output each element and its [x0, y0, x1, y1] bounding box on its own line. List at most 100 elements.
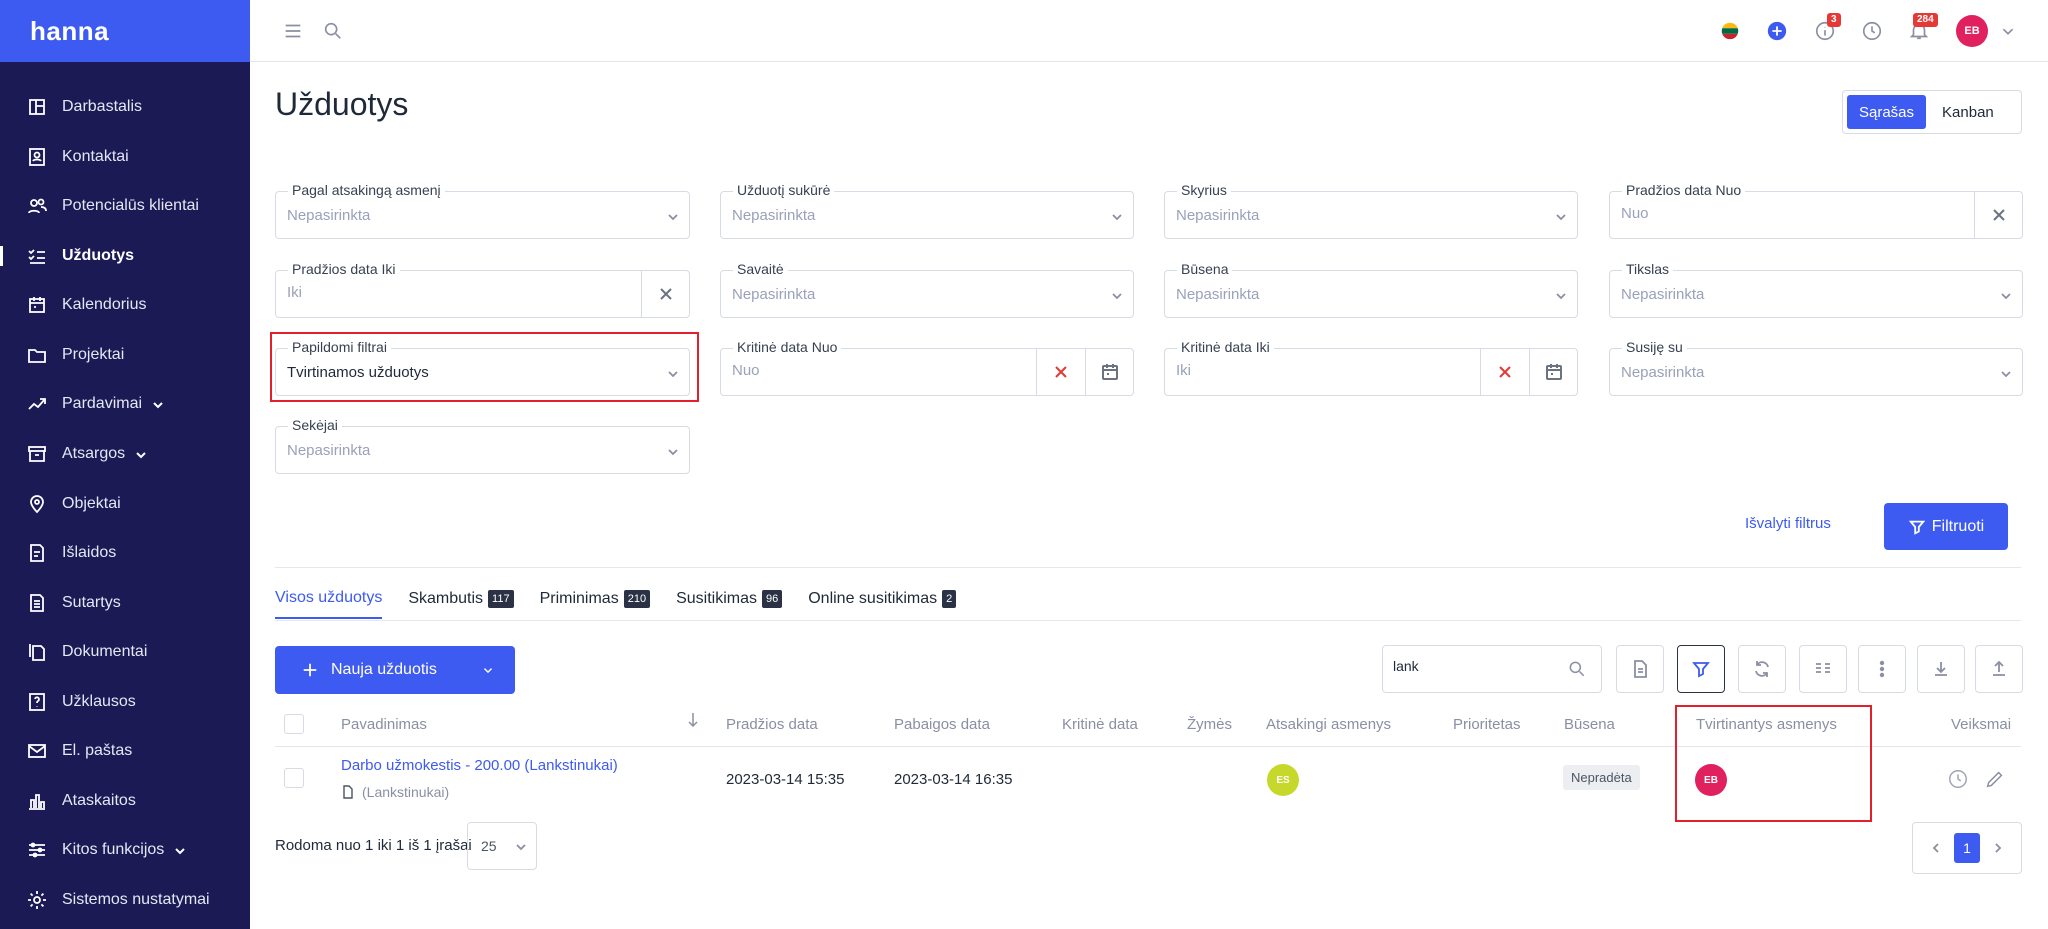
sidebar-item-atsargos[interactable]: Atsargos [0, 434, 250, 474]
more-vertical-icon [1879, 660, 1885, 678]
contract-icon [26, 592, 48, 614]
tab-visos-užduotys[interactable]: Visos užduotys [275, 589, 383, 619]
sidebar-item-objektai[interactable]: Objektai [0, 484, 250, 524]
sidebar-item-sutartys[interactable]: Sutartys [0, 583, 250, 623]
task-title-link[interactable]: Darbo užmokestis - 200.00 (Lankstinukai) [341, 757, 618, 774]
sidebar-item-užduotys[interactable]: Užduotys [0, 236, 250, 276]
filter-label: Sekėjai [288, 417, 342, 433]
search-icon[interactable] [1567, 659, 1587, 679]
new-task-button[interactable]: Nauja užduotis [275, 646, 515, 694]
chevron-left-icon[interactable] [1930, 842, 1942, 854]
tab-label: Visos užduotys [275, 589, 383, 606]
col-status[interactable]: Būsena [1564, 716, 1615, 733]
info-icon[interactable]: 3 [1813, 13, 1841, 43]
filter-extra[interactable]: Papildomi filtrai Tvirtinamos užduotys [275, 339, 690, 396]
sidebar-item-kontaktai[interactable]: Kontaktai [0, 137, 250, 177]
clear-filters-button[interactable]: Išvalyti filtrus [1745, 515, 1831, 532]
col-approvers[interactable]: Tvirtinantys asmenys [1696, 716, 1837, 733]
sidebar-item-label: El. paštas [62, 742, 133, 759]
chevron-down-icon[interactable] [1996, 19, 2020, 43]
filter-followers[interactable]: Sekėjai Nepasirinkta [275, 417, 690, 474]
tab-count-badge: 96 [761, 590, 783, 608]
sidebar-item-el-paštas[interactable]: El. paštas [0, 731, 250, 771]
sidebar-item-pardavimai[interactable]: Pardavimai [0, 384, 250, 424]
col-tags[interactable]: Žymės [1187, 716, 1232, 733]
lithuania-flag-icon[interactable] [1718, 19, 1742, 43]
clear-icon[interactable] [1036, 349, 1084, 395]
sidebar-item-kalendorius[interactable]: Kalendorius [0, 285, 250, 325]
search-icon[interactable] [321, 19, 345, 43]
clear-icon[interactable] [641, 271, 689, 317]
plus-icon [303, 663, 317, 677]
task-related-object[interactable]: (Lankstinukai) [362, 784, 449, 800]
chevron-down-icon[interactable] [481, 663, 495, 677]
edit-icon[interactable] [1984, 768, 2006, 790]
page-button-current[interactable]: 1 [1954, 833, 1980, 863]
bell-icon[interactable]: 284 [1907, 13, 1938, 43]
page-size-select[interactable]: 25 [467, 822, 537, 870]
search-input[interactable] [1393, 658, 1553, 674]
filter-status[interactable]: Būsena Nepasirinkta [1164, 261, 1578, 318]
sidebar-item-užklausos[interactable]: Užklausos [0, 682, 250, 722]
more-button[interactable] [1858, 645, 1906, 693]
filter-start-to[interactable]: Pradžios data Iki Iki [275, 261, 690, 318]
col-responsible[interactable]: Atsakingi asmenys [1266, 716, 1391, 733]
filter-label: Tikslas [1622, 261, 1674, 277]
tab-priminimas[interactable]: Priminimas 210 [540, 589, 651, 619]
sidebar-item-ataskaitos[interactable]: Ataskaitos [0, 781, 250, 821]
user-avatar[interactable]: EB [1956, 15, 1988, 47]
responsible-avatar[interactable]: ES [1267, 764, 1299, 796]
col-title[interactable]: Pavadinimas [341, 716, 427, 733]
filter-week[interactable]: Savaitė Nepasirinkta [720, 261, 1134, 318]
sidebar-item-sistemos-nustatymai[interactable]: Sistemos nustatymai [0, 880, 250, 920]
sidebar-item-projektai[interactable]: Projektai [0, 335, 250, 375]
sidebar-item-potencialūs-klientai[interactable]: Potencialūs klientai [0, 186, 250, 226]
tab-count-badge: 117 [488, 590, 514, 608]
clear-icon[interactable] [1974, 192, 2022, 238]
clear-icon[interactable] [1480, 349, 1528, 395]
upload-button[interactable] [1975, 645, 2023, 693]
tab-skambutis[interactable]: Skambutis 117 [408, 589, 514, 619]
document-icon [1634, 660, 1647, 678]
filter-department[interactable]: Skyrius Nepasirinkta [1164, 182, 1578, 239]
col-start[interactable]: Pradžios data [726, 716, 818, 733]
filter-critical-from[interactable]: Kritinė data Nuo Nuo [720, 339, 1134, 396]
document-filter-button[interactable] [1616, 645, 1664, 693]
view-kanban-button[interactable]: Kanban [1930, 95, 2006, 129]
sidebar-item-darbastalis[interactable]: Darbastalis [0, 87, 250, 127]
add-circle-icon[interactable] [1765, 19, 1789, 43]
refresh-button[interactable] [1738, 645, 1786, 693]
filter-button[interactable]: Filtruoti [1884, 503, 2008, 550]
select-all-checkbox[interactable] [284, 714, 304, 734]
row-checkbox[interactable] [284, 768, 304, 788]
col-end[interactable]: Pabaigos data [894, 716, 990, 733]
sidebar-item-dokumentai[interactable]: Dokumentai [0, 632, 250, 672]
filter-creator[interactable]: Užduotį sukūrė Nepasirinkta [720, 182, 1134, 239]
col-priority[interactable]: Prioritetas [1453, 716, 1521, 733]
brand-logo[interactable]: hanna [0, 0, 250, 62]
col-critical[interactable]: Kritinė data [1062, 716, 1138, 733]
task-end-date: 2023-03-14 16:35 [894, 771, 1013, 788]
calendar-icon[interactable] [1529, 349, 1577, 395]
toggle-filters-button[interactable] [1677, 645, 1725, 693]
filter-critical-to[interactable]: Kritinė data Iki Iki [1164, 339, 1578, 396]
filter-responsible[interactable]: Pagal atsakingą asmenį Nepasirinkta [275, 182, 690, 239]
calendar-icon[interactable] [1085, 349, 1133, 395]
approver-avatar[interactable]: EB [1695, 764, 1727, 796]
clock-icon[interactable] [1860, 19, 1884, 43]
sort-arrow-icon[interactable] [688, 712, 698, 728]
columns-button[interactable] [1799, 645, 1847, 693]
download-button[interactable] [1917, 645, 1965, 693]
menu-icon[interactable] [281, 19, 305, 43]
filter-related[interactable]: Susiję su Nepasirinkta [1609, 339, 2023, 396]
filter-value: Nepasirinkta [287, 442, 371, 459]
sidebar-item-išlaidos[interactable]: Išlaidos [0, 533, 250, 573]
filter-start-from[interactable]: Pradžios data Nuo Nuo [1609, 182, 2023, 239]
view-list-button[interactable]: Sąrašas [1847, 95, 1927, 129]
filter-goal[interactable]: Tikslas Nepasirinkta [1609, 261, 2023, 318]
chevron-right-icon[interactable] [1992, 842, 2004, 854]
clock-icon[interactable] [1947, 768, 1969, 790]
tab-online-susitikimas[interactable]: Online susitikimas 2 [808, 589, 957, 619]
tab-susitikimas[interactable]: Susitikimas 96 [676, 589, 783, 619]
sidebar-item-kitos-funkcijos[interactable]: Kitos funkcijos [0, 830, 250, 870]
